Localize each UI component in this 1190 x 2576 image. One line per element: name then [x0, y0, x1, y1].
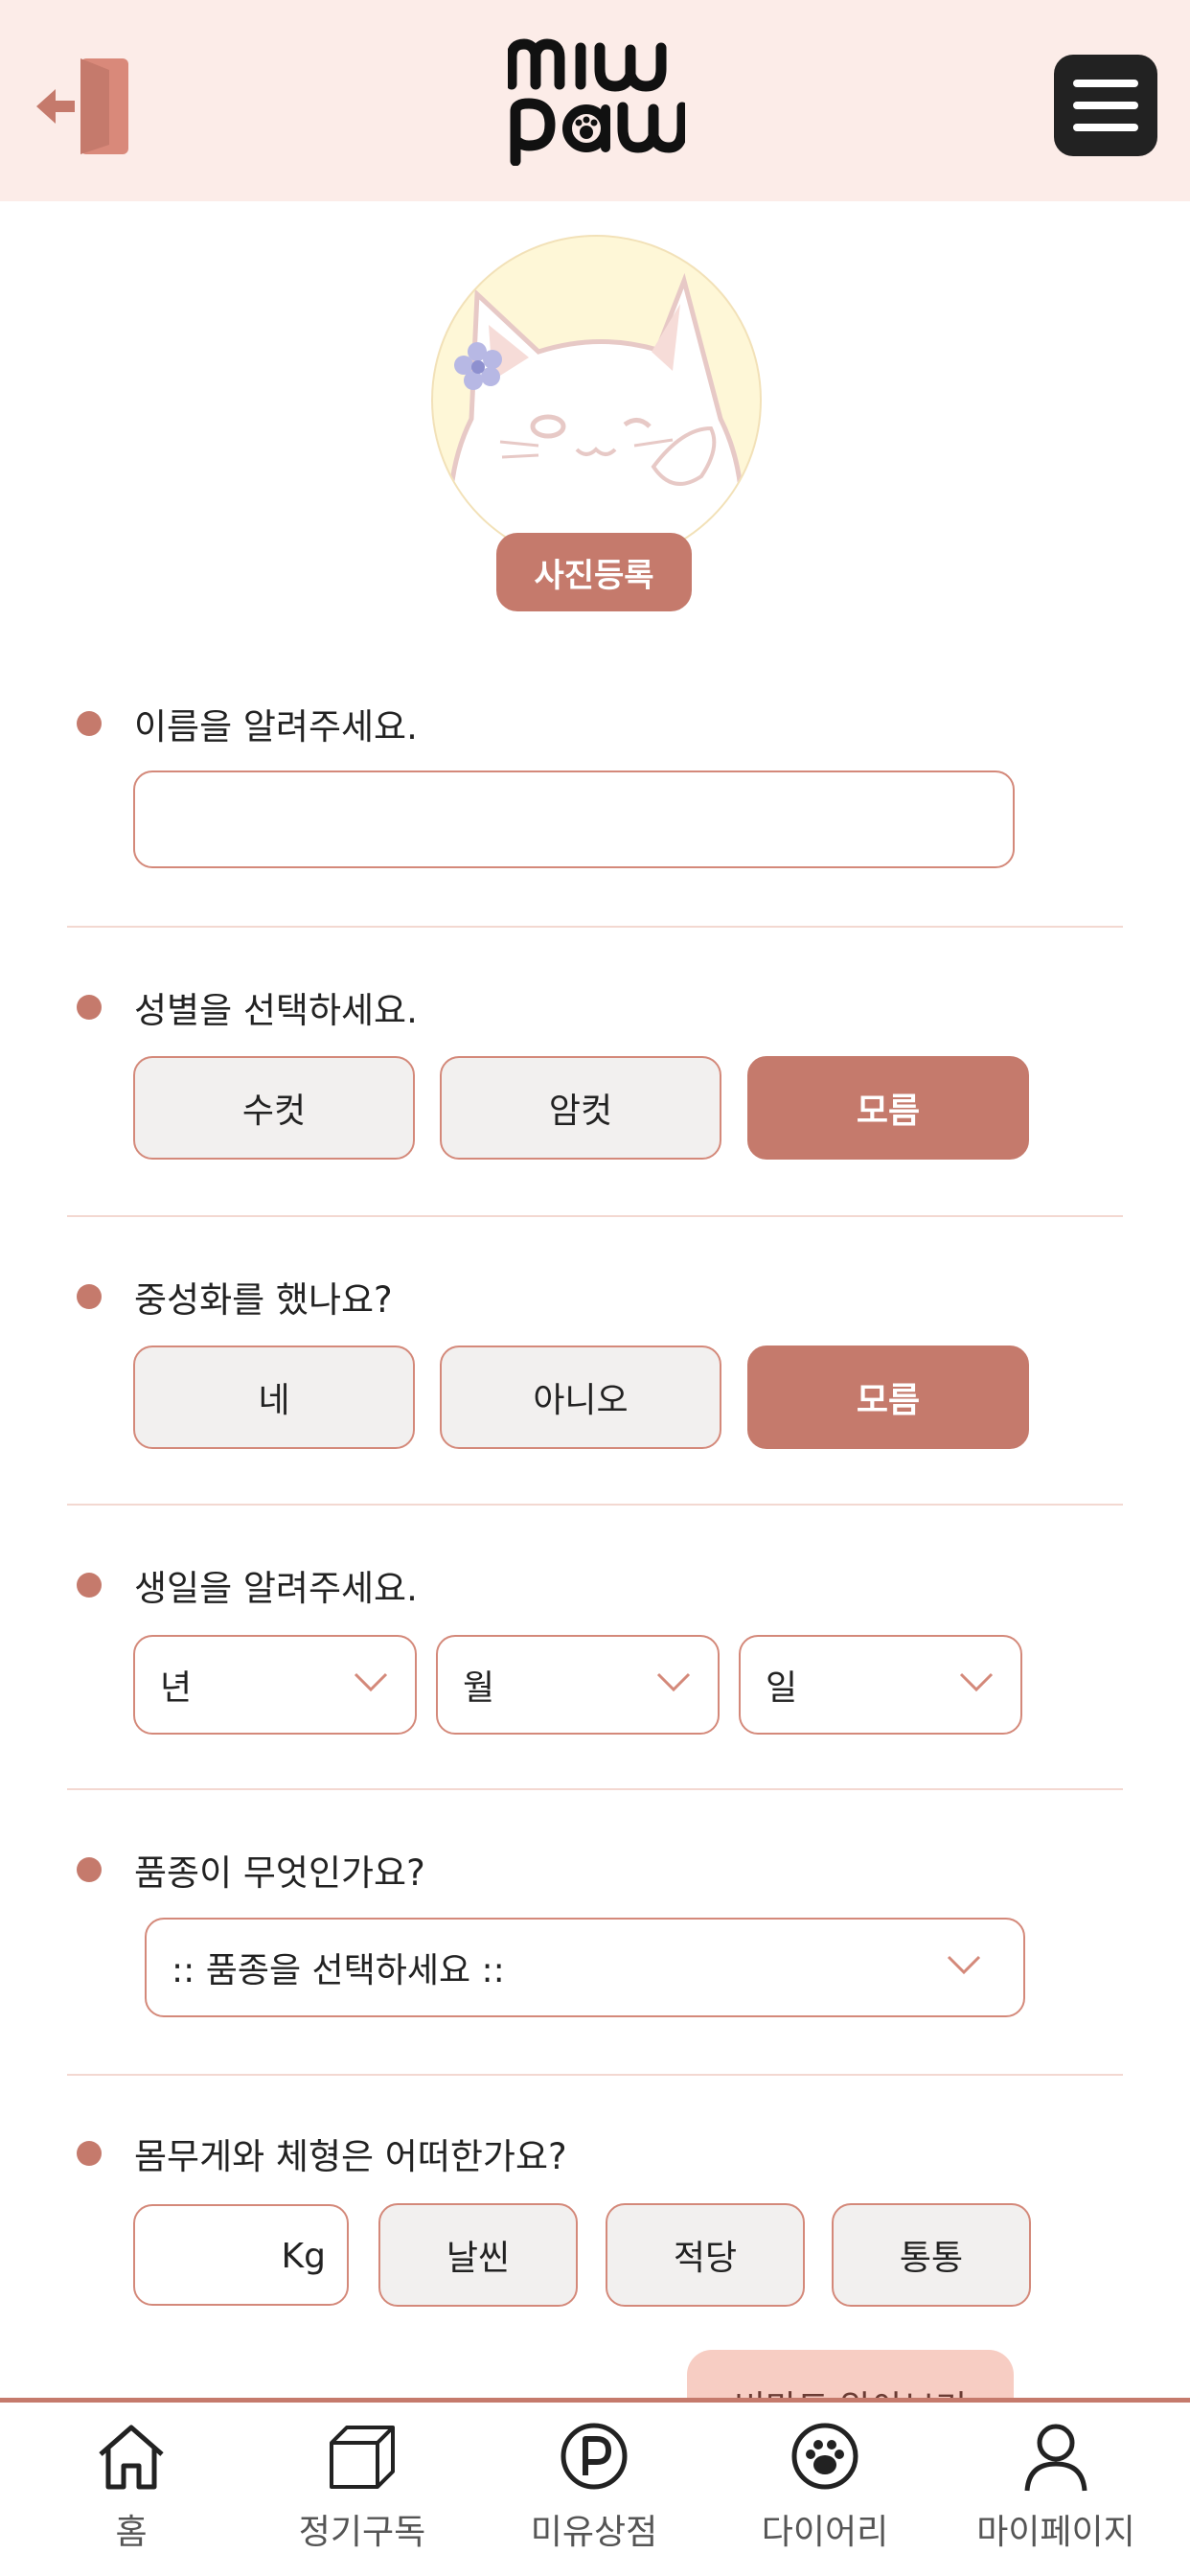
chevron-down-icon — [959, 1672, 994, 1692]
body-question-label: 몸무게와 체형은 어떠한가요? — [134, 2136, 567, 2177]
tab-shop-label: 미유상점 — [530, 2513, 658, 2552]
profile-avatar[interactable] — [431, 235, 762, 565]
birth-month-select[interactable]: 월 — [436, 1635, 720, 1735]
bullet-dot — [77, 1573, 102, 1598]
neuter-option-yes[interactable]: 네 — [133, 1346, 415, 1449]
name-question-label: 이름을 알려주세요. — [134, 706, 418, 748]
chevron-down-icon — [656, 1672, 691, 1692]
breed-question-label: 품종이 무엇인가요? — [134, 1852, 425, 1894]
birth-day-select[interactable]: 일 — [739, 1635, 1022, 1735]
neuter-question: 중성화를 했나요? — [77, 1271, 393, 1322]
name-input[interactable] — [133, 770, 1015, 868]
tab-home-label: 홈 — [115, 2513, 148, 2552]
birth-month-value: 월 — [463, 1668, 495, 1708]
divider — [67, 1215, 1123, 1217]
birth-year-value: 년 — [160, 1668, 193, 1708]
menu-button[interactable] — [1054, 55, 1157, 156]
weight-input[interactable]: Kg — [133, 2204, 349, 2306]
tab-diary-label: 다이어리 — [761, 2513, 889, 2552]
neuter-option-no[interactable]: 아니오 — [440, 1346, 721, 1449]
divider — [67, 1504, 1123, 1506]
breed-question: 품종이 무엇인가요? — [77, 1844, 425, 1896]
logout-door-icon — [36, 58, 128, 154]
bullet-dot — [77, 1284, 102, 1309]
tab-subscription[interactable]: 정기구독 — [276, 2420, 448, 2573]
paw-icon — [791, 2423, 858, 2490]
user-icon — [1024, 2424, 1087, 2492]
bullet-dot — [77, 1857, 102, 1882]
miwpaw-logo — [506, 36, 688, 167]
divider — [67, 926, 1123, 928]
birth-year-select[interactable]: 년 — [133, 1635, 417, 1735]
name-question: 이름을 알려주세요. — [77, 698, 418, 749]
chevron-down-icon — [947, 1955, 981, 1975]
weight-unit-label: Kg — [281, 2237, 326, 2276]
chevron-down-icon — [354, 1672, 388, 1692]
logout-button[interactable] — [34, 53, 140, 160]
bullet-dot — [77, 2141, 102, 2166]
tab-diary[interactable]: 다이어리 — [739, 2420, 911, 2573]
hamburger-menu-icon — [1073, 80, 1138, 87]
body-option-chubby[interactable]: 통통 — [832, 2203, 1031, 2307]
point-icon — [561, 2423, 628, 2490]
birth-day-value: 일 — [766, 1668, 798, 1708]
birthday-question: 생일을 알려주세요. — [77, 1559, 418, 1611]
tab-mypage[interactable]: 마이페이지 — [970, 2420, 1142, 2573]
tab-shop[interactable]: 미유상점 — [508, 2420, 680, 2573]
birthday-question-label: 생일을 알려주세요. — [134, 1568, 418, 1609]
divider — [67, 2074, 1123, 2076]
photo-register-button[interactable]: 사진등록 — [496, 533, 692, 611]
neuter-option-unknown[interactable]: 모름 — [747, 1346, 1029, 1449]
body-option-normal[interactable]: 적당 — [606, 2203, 805, 2307]
tab-mypage-label: 마이페이지 — [976, 2513, 1135, 2552]
home-icon — [99, 2425, 164, 2490]
divider — [67, 1788, 1123, 1790]
neuter-question-label: 중성화를 했나요? — [134, 1279, 393, 1321]
tab-home[interactable]: 홈 — [45, 2420, 217, 2573]
cat-placeholder-icon — [447, 272, 744, 556]
gender-option-male[interactable]: 수컷 — [133, 1056, 415, 1160]
box-icon — [330, 2426, 395, 2489]
bullet-dot — [77, 711, 102, 736]
gender-question: 성별을 선택하세요. — [77, 981, 418, 1033]
bottom-tab-bar: 홈 정기구독 미유상점 다이어리 마이페이지 — [0, 2398, 1190, 2576]
tab-subscription-label: 정기구독 — [298, 2513, 426, 2552]
bullet-dot — [77, 995, 102, 1020]
body-question: 몸무게와 체형은 어떠한가요? — [77, 2128, 567, 2179]
breed-select[interactable]: :: 품종을 선택하세요 :: — [145, 1918, 1025, 2017]
gender-option-unknown[interactable]: 모름 — [747, 1056, 1029, 1160]
body-option-slim[interactable]: 날씬 — [378, 2203, 578, 2307]
gender-option-female[interactable]: 암컷 — [440, 1056, 721, 1160]
breed-select-value: :: 품종을 선택하세요 :: — [172, 1951, 505, 1990]
gender-question-label: 성별을 선택하세요. — [134, 990, 418, 1031]
app-header — [0, 0, 1190, 201]
